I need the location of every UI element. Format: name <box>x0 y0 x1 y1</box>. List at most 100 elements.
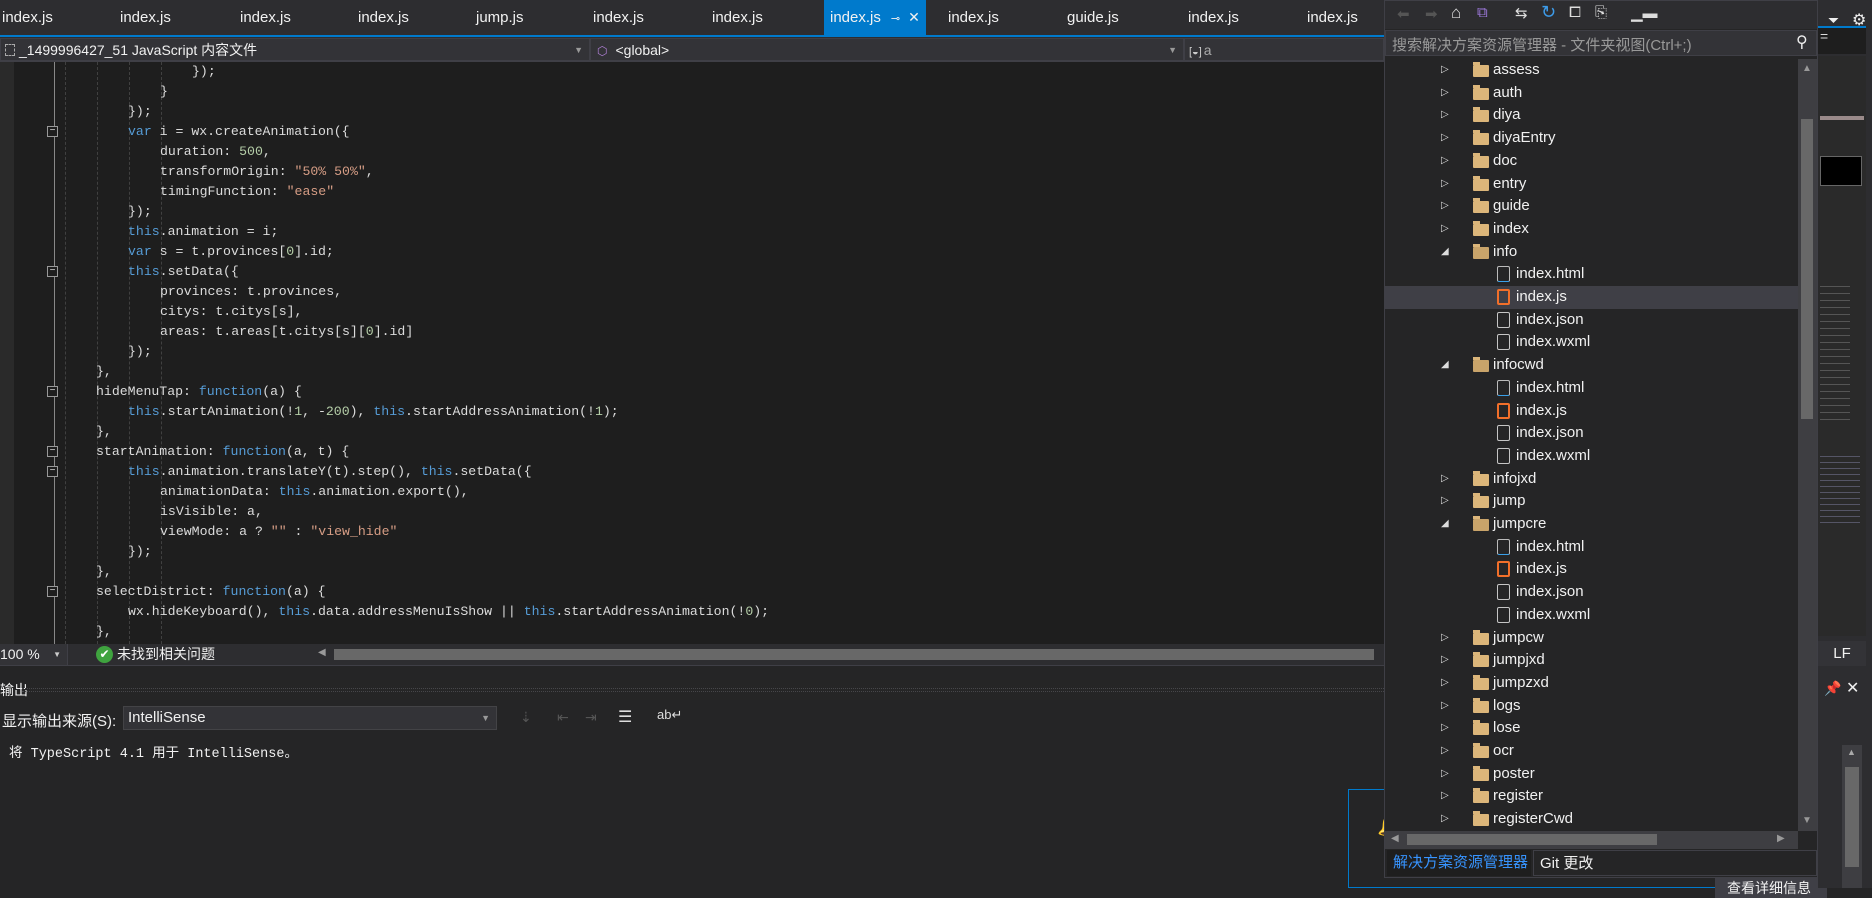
tree-folder[interactable]: ▷ jumpcw <box>1385 627 1817 650</box>
tab-guide-js[interactable]: guide.js <box>1065 0 1119 35</box>
tree-folder[interactable]: ▷ entry <box>1385 173 1817 196</box>
panel-grip[interactable] <box>22 688 1384 692</box>
tree-file[interactable]: index.html <box>1385 536 1817 559</box>
line-ending-indicator[interactable]: LF <box>1818 641 1866 666</box>
tree-folder[interactable]: ▷ registerCwd <box>1385 808 1817 831</box>
scope-dropdown[interactable]: ⬡ <global> ▼ <box>590 38 1184 61</box>
word-wrap-icon[interactable]: ab↵ <box>657 707 682 723</box>
tree-file[interactable]: index.html <box>1385 377 1817 400</box>
tree-file[interactable]: index.wxml <box>1385 445 1817 468</box>
tree-folder[interactable]: ◢ info <box>1385 241 1817 264</box>
collapsed-arrow-icon[interactable]: ▷ <box>1441 195 1449 218</box>
zoom-dropdown[interactable]: 100 % ▼ <box>0 644 68 665</box>
close-panel-icon[interactable]: ✕ <box>1846 678 1859 698</box>
tab-solution-explorer[interactable]: 解决方案资源管理器 <box>1387 850 1531 876</box>
collapsed-arrow-icon[interactable]: ▷ <box>1441 808 1449 831</box>
search-icon[interactable]: ⚲ <box>1796 32 1808 52</box>
collapsed-arrow-icon[interactable]: ▷ <box>1441 127 1449 150</box>
collapse-region-icon[interactable]: − <box>47 466 58 477</box>
tab-index-js[interactable]: index.js <box>356 0 409 35</box>
collapsed-arrow-icon[interactable]: ▷ <box>1441 763 1449 786</box>
tree-folder[interactable]: ▷ logs <box>1385 695 1817 718</box>
tab-index-js[interactable]: index.js <box>0 0 53 35</box>
tree-folder[interactable]: ▷ infojxd <box>1385 468 1817 491</box>
view-details-button[interactable]: 查看详细信息 <box>1715 878 1827 898</box>
back-icon[interactable]: ⬅ <box>1397 5 1410 23</box>
horizontal-scrollbar-thumb[interactable] <box>334 649 1374 660</box>
previous-message-icon[interactable]: ⇤ <box>557 709 569 726</box>
tree-file[interactable]: index.json <box>1385 309 1817 332</box>
tree-folder[interactable]: ▷ jumpjxd <box>1385 649 1817 672</box>
tree-file[interactable]: index.js <box>1385 286 1817 309</box>
collapse-all-icon[interactable]: ⧠ <box>1569 4 1581 21</box>
collapsed-arrow-icon[interactable]: ▷ <box>1441 672 1449 695</box>
tab-index-js[interactable]: index.js <box>1305 0 1358 35</box>
close-tab-icon[interactable]: ✕ <box>908 9 920 25</box>
collapsed-arrow-icon[interactable]: ▷ <box>1441 173 1449 196</box>
split-button[interactable]: = <box>1818 28 1866 54</box>
tree-folder[interactable]: ▷ diya <box>1385 104 1817 127</box>
tree-folder[interactable]: ▷ jumpzxd <box>1385 672 1817 695</box>
tree-folder[interactable]: ▷ assess <box>1385 59 1817 82</box>
tree-file[interactable]: index.json <box>1385 581 1817 604</box>
tree-file[interactable]: index.js <box>1385 558 1817 581</box>
tab-index-js[interactable]: index.js <box>118 0 171 35</box>
tab-index-js[interactable]: index.js ⊸ ✕ <box>824 0 926 35</box>
refresh-icon[interactable]: ↻ <box>1541 2 1556 23</box>
tree-folder[interactable]: ▷ guide <box>1385 195 1817 218</box>
expanded-arrow-icon[interactable]: ◢ <box>1441 513 1449 536</box>
tree-file[interactable]: index.wxml <box>1385 604 1817 627</box>
tree-horizontal-scrollbar[interactable]: ◀ ▶ <box>1385 831 1798 849</box>
tab-index-js[interactable]: index.js <box>946 0 999 35</box>
collapsed-arrow-icon[interactable]: ▷ <box>1441 717 1449 740</box>
pin-tab-icon[interactable]: ⊸ <box>891 13 900 25</box>
tab-index-js[interactable]: index.js <box>710 0 763 35</box>
collapsed-arrow-icon[interactable]: ▷ <box>1441 695 1449 718</box>
collapse-region-icon[interactable]: − <box>47 446 58 457</box>
go-to-line-icon[interactable]: ⇣ <box>520 709 532 726</box>
tab-index-js[interactable]: index.js <box>238 0 291 35</box>
collapsed-arrow-icon[interactable]: ▷ <box>1441 104 1449 127</box>
collapsed-arrow-icon[interactable]: ▷ <box>1441 649 1449 672</box>
tree-folder[interactable]: ▷ jump <box>1385 490 1817 513</box>
collapse-region-icon[interactable]: − <box>47 586 58 597</box>
tab-index-js[interactable]: index.js <box>1186 0 1239 35</box>
tab-jump-js[interactable]: jump.js <box>474 0 524 35</box>
tree-file[interactable]: index.html <box>1385 263 1817 286</box>
collapsed-arrow-icon[interactable]: ▷ <box>1441 627 1449 650</box>
code-editor[interactable]: });}}); var i = wx.createAnimation({durat… <box>0 62 1384 644</box>
collapse-region-icon[interactable]: − <box>47 386 58 397</box>
show-all-files-icon[interactable]: ⎘ <box>1595 4 1607 21</box>
switch-views-icon[interactable]: ⧉ <box>1477 4 1488 21</box>
tree-folder[interactable]: ◢ jumpcre <box>1385 513 1817 536</box>
tree-folder[interactable]: ▷ poster <box>1385 763 1817 786</box>
collapsed-arrow-icon[interactable]: ▷ <box>1441 740 1449 763</box>
collapsed-arrow-icon[interactable]: ▷ <box>1441 468 1449 491</box>
collapse-region-icon[interactable]: − <box>47 266 58 277</box>
sync-icon[interactable]: ⇆ <box>1515 4 1528 22</box>
tree-folder[interactable]: ▷ diyaEntry <box>1385 127 1817 150</box>
output-text-area[interactable]: 将 TypeScript 4.1 用于 IntelliSense。 <box>0 737 1384 888</box>
tree-file[interactable]: index.json <box>1385 422 1817 445</box>
tree-folder[interactable]: ▷ register <box>1385 785 1817 808</box>
collapsed-arrow-icon[interactable]: ▷ <box>1441 490 1449 513</box>
expanded-arrow-icon[interactable]: ◢ <box>1441 354 1449 377</box>
tree-folder[interactable]: ▷ lose <box>1385 717 1817 740</box>
output-vertical-scrollbar[interactable]: ▲ <box>1842 745 1862 888</box>
collapse-region-icon[interactable]: − <box>47 126 58 137</box>
clear-all-icon[interactable]: ☰ <box>618 707 632 727</box>
explorer-search-input[interactable]: 搜索解决方案资源管理器 - 文件夹视图(Ctrl+;) ⚲ <box>1385 30 1817 56</box>
expanded-arrow-icon[interactable]: ◢ <box>1441 241 1449 264</box>
tree-file[interactable]: index.js <box>1385 400 1817 423</box>
pin-icon[interactable]: 📌 <box>1824 680 1841 697</box>
collapsed-arrow-icon[interactable]: ▷ <box>1441 218 1449 241</box>
collapsed-arrow-icon[interactable]: ▷ <box>1441 59 1449 82</box>
project-dropdown[interactable]: _1499996427_51 JavaScript 内容文件 ▼ <box>0 38 590 61</box>
collapsed-arrow-icon[interactable]: ▷ <box>1441 82 1449 105</box>
tree-folder[interactable]: ▷ auth <box>1385 82 1817 105</box>
tree-folder[interactable]: ◢ infocwd <box>1385 354 1817 377</box>
member-dropdown[interactable]: [◒] a <box>1184 38 1384 61</box>
output-source-select[interactable]: IntelliSense ▼ <box>123 706 497 730</box>
tree-folder[interactable]: ▷ doc <box>1385 150 1817 173</box>
forward-icon[interactable]: ➡ <box>1425 5 1438 23</box>
